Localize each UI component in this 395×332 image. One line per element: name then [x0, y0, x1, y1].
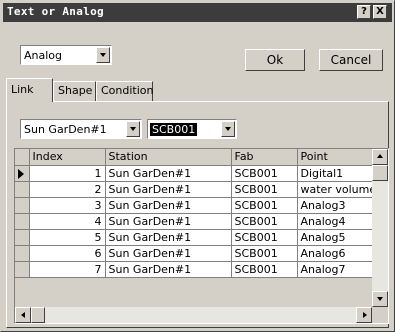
scrollbar-corner: [372, 307, 388, 323]
table-row[interactable]: 5 Sun GarDen#1 SCB001 Analog5: [15, 229, 381, 246]
row-selector[interactable]: [15, 229, 30, 246]
column-header-station[interactable]: Station: [105, 149, 232, 166]
cell-point[interactable]: Analog6: [297, 245, 381, 262]
points-table: Index Station Fab Point 1 Sun GarDen#1 S…: [15, 149, 381, 278]
cell-index[interactable]: 1: [29, 165, 106, 182]
chevron-down-icon[interactable]: [96, 47, 110, 63]
row-selector[interactable]: [15, 213, 30, 230]
station-select[interactable]: Sun GarDen#1: [20, 119, 142, 139]
cell-station[interactable]: Sun GarDen#1: [105, 197, 232, 214]
row-selector[interactable]: [15, 165, 30, 182]
column-header-fab[interactable]: Fab: [231, 149, 298, 166]
cell-station[interactable]: Sun GarDen#1: [105, 245, 232, 262]
row-selector[interactable]: [15, 197, 30, 214]
cell-point[interactable]: Analog5: [297, 229, 381, 246]
cell-index[interactable]: 7: [29, 261, 106, 278]
cell-index[interactable]: 6: [29, 245, 106, 262]
column-header-index[interactable]: Index: [29, 149, 106, 166]
current-row-arrow-icon: [18, 168, 24, 179]
station-select-value: Sun GarDen#1: [24, 123, 107, 136]
scroll-down-button[interactable]: [372, 291, 388, 307]
cell-point[interactable]: Digital1: [297, 165, 381, 182]
scroll-right-button[interactable]: [356, 307, 372, 323]
cell-station[interactable]: Sun GarDen#1: [105, 261, 232, 278]
cell-station[interactable]: Sun GarDen#1: [105, 229, 232, 246]
horizontal-scroll-thumb[interactable]: [31, 307, 45, 323]
horizontal-scrollbar[interactable]: [15, 307, 372, 323]
cell-fab[interactable]: SCB001: [231, 213, 298, 230]
table-row[interactable]: 7 Sun GarDen#1 SCB001 Analog7: [15, 261, 381, 278]
table-row[interactable]: 1 Sun GarDen#1 SCB001 Digital1: [15, 165, 381, 182]
cancel-button[interactable]: Cancel: [319, 49, 383, 71]
tab-link[interactable]: Link: [6, 78, 53, 102]
row-selector[interactable]: [15, 245, 30, 262]
tab-condition[interactable]: Condition: [96, 81, 154, 101]
cell-station[interactable]: Sun GarDen#1: [105, 165, 232, 182]
table-row[interactable]: 6 Sun GarDen#1 SCB001 Analog6: [15, 245, 381, 262]
row-selector[interactable]: [15, 261, 30, 278]
table-row[interactable]: 2 Sun GarDen#1 SCB001 water volume: [15, 181, 381, 198]
row-selector[interactable]: [15, 181, 30, 198]
scroll-up-button[interactable]: [372, 149, 388, 165]
cell-index[interactable]: 4: [29, 213, 106, 230]
cell-fab[interactable]: SCB001: [231, 197, 298, 214]
points-grid: Index Station Fab Point 1 Sun GarDen#1 S…: [14, 148, 389, 324]
window-title: Text or Analog: [7, 5, 104, 18]
cell-index[interactable]: 3: [29, 197, 106, 214]
scroll-left-button[interactable]: [15, 307, 31, 323]
fab-select-value: SCB001: [150, 123, 198, 136]
cell-fab[interactable]: SCB001: [231, 261, 298, 278]
cell-point[interactable]: water volume: [297, 181, 381, 198]
column-header-point[interactable]: Point: [297, 149, 381, 166]
close-button[interactable]: X: [373, 5, 387, 19]
vertical-scrollbar[interactable]: [372, 149, 388, 307]
cell-fab[interactable]: SCB001: [231, 229, 298, 246]
fab-select[interactable]: SCB001: [147, 119, 237, 139]
cell-station[interactable]: Sun GarDen#1: [105, 181, 232, 198]
cell-station[interactable]: Sun GarDen#1: [105, 213, 232, 230]
cell-fab[interactable]: SCB001: [231, 165, 298, 182]
type-select-value: Analog: [24, 49, 63, 62]
table-row[interactable]: 4 Sun GarDen#1 SCB001 Analog4: [15, 213, 381, 230]
cell-fab[interactable]: SCB001: [231, 181, 298, 198]
chevron-down-icon[interactable]: [126, 121, 140, 137]
cell-fab[interactable]: SCB001: [231, 245, 298, 262]
cell-point[interactable]: Analog4: [297, 213, 381, 230]
vertical-scroll-thumb[interactable]: [372, 165, 388, 181]
ok-button[interactable]: Ok: [245, 49, 305, 71]
type-select[interactable]: Analog: [20, 45, 112, 65]
help-button[interactable]: ?: [357, 5, 371, 19]
cell-index[interactable]: 5: [29, 229, 106, 246]
chevron-down-icon[interactable]: [221, 121, 235, 137]
cell-point[interactable]: Analog3: [297, 197, 381, 214]
table-header-row: Index Station Fab Point: [15, 149, 381, 166]
cell-index[interactable]: 2: [29, 181, 106, 198]
row-header-corner: [15, 149, 30, 166]
cell-point[interactable]: Analog7: [297, 261, 381, 278]
title-bar[interactable]: Text or Analog ? X: [3, 3, 392, 22]
table-row[interactable]: 3 Sun GarDen#1 SCB001 Analog3: [15, 197, 381, 214]
tab-shape[interactable]: Shape: [53, 81, 96, 101]
text-or-analog-dialog: Text or Analog ? X Analog Ok Cancel Link…: [0, 0, 395, 332]
